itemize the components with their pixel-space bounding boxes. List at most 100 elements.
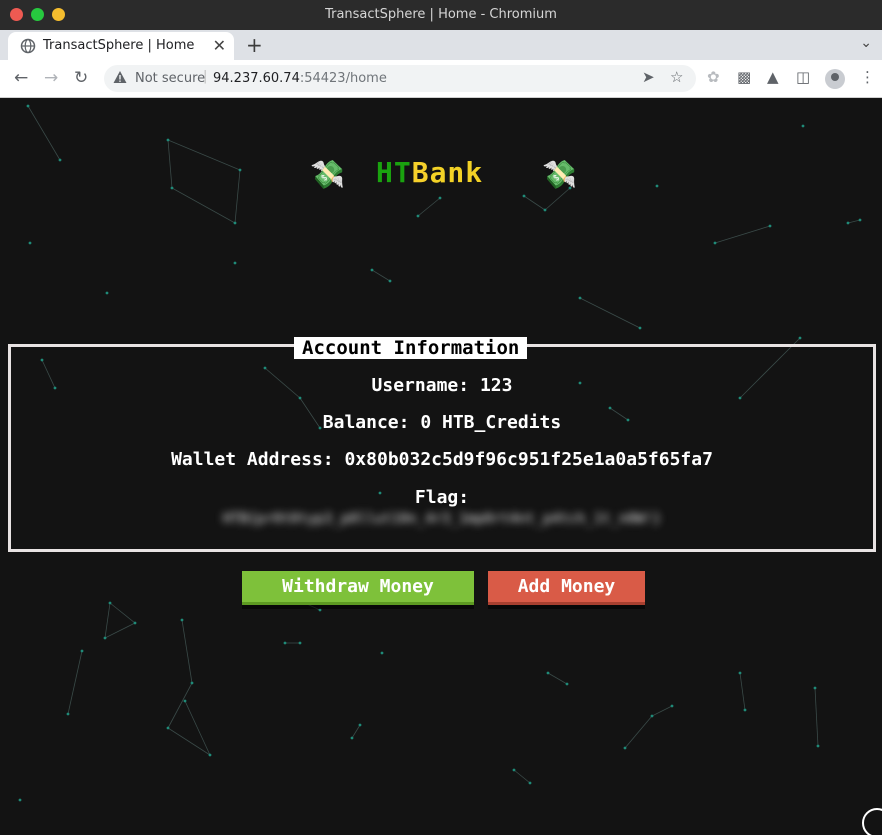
network-dot [238, 168, 242, 172]
network-dot [798, 336, 802, 340]
network-link [171, 187, 236, 224]
htbank-logo: HTBank [376, 156, 483, 189]
network-link [167, 139, 173, 189]
omnibox-separator: | [203, 69, 208, 84]
network-dot [522, 194, 526, 198]
network-dot [170, 186, 174, 190]
network-link [547, 672, 568, 685]
username-label: Username: [371, 375, 470, 396]
network-dot [80, 649, 84, 653]
tab-close-icon[interactable]: ✕ [213, 36, 226, 55]
flask-icon[interactable]: ▲ [767, 68, 779, 86]
add-money-button[interactable]: Add Money [488, 571, 645, 605]
network-link [847, 219, 861, 224]
network-link [624, 715, 653, 749]
network-link [109, 602, 136, 624]
security-label[interactable]: Not secure [135, 71, 205, 86]
network-dot [858, 218, 862, 222]
network-dot [298, 641, 302, 645]
network-link [181, 619, 193, 684]
network-link [544, 187, 571, 211]
network-dot [233, 261, 237, 265]
network-dot [438, 196, 442, 200]
wallet-value: 0x80b032c5d9f96c951f25e1a0a5f65fa7 [344, 449, 713, 470]
network-dot [813, 686, 817, 690]
tab-title: TransactSphere | Home [43, 38, 195, 53]
network-link [27, 105, 61, 161]
network-dot [638, 326, 642, 330]
network-link [167, 139, 241, 171]
tab-active[interactable]: TransactSphere | Home ✕ [8, 32, 234, 60]
new-tab-button[interactable]: + [246, 33, 263, 57]
network-link [167, 682, 193, 729]
money-with-wings-icon: 💸 [310, 158, 345, 191]
network-dot [816, 744, 820, 748]
network-dot [528, 781, 532, 785]
network-dot [108, 601, 112, 605]
network-dot [233, 221, 237, 225]
page-viewport: 💸 HTBank 💸 Account Information Username:… [0, 98, 882, 835]
flag-value-blurred: HTB{pr0t0typ3_p0llut10n_4r3_1mp0rt4nt_p4… [222, 511, 662, 527]
network-dot [743, 708, 747, 712]
tab-search-chevron-icon[interactable]: ⌄ [860, 35, 872, 51]
network-link [417, 197, 441, 217]
logo-part-ht: HT [376, 156, 412, 189]
star-icon[interactable]: ☆ [670, 68, 683, 86]
network-dot [380, 651, 384, 655]
url-path: :54423/home [299, 71, 387, 86]
warning-icon [113, 71, 127, 83]
username-row: Username: 123 [8, 375, 876, 396]
network-link [371, 269, 391, 282]
network-link [523, 195, 546, 211]
address-bar[interactable]: Not secure | 94.237.60.74:54423/home ➤ ☆ [104, 65, 696, 92]
arrow-right-icon[interactable]: → [44, 68, 58, 88]
balance-value: 0 HTB_Credits [420, 412, 562, 433]
network-dot [650, 714, 654, 718]
network-dot [738, 671, 742, 675]
username-value: 123 [479, 375, 513, 396]
puzzle-icon[interactable]: ▩ [737, 68, 751, 86]
url-text[interactable]: 94.237.60.74:54423/home [213, 71, 387, 86]
network-dot [388, 279, 392, 283]
url-host: 94.237.60.74 [213, 71, 300, 86]
side-panel-icon[interactable]: ◫ [796, 68, 810, 86]
kebab-menu-icon[interactable]: ⋮ [860, 68, 875, 86]
money-with-wings-icon: 💸 [542, 158, 577, 191]
network-link [351, 724, 361, 739]
network-link [739, 672, 746, 711]
network-dot [801, 124, 805, 128]
network-dot [768, 224, 772, 228]
account-info-heading: Account Information [294, 337, 528, 359]
network-dot [846, 221, 850, 225]
network-dot [283, 641, 287, 645]
network-dot [512, 768, 516, 772]
arrow-left-icon[interactable]: ← [14, 68, 28, 88]
network-link [714, 225, 771, 244]
network-dot [208, 753, 212, 757]
logo-part-ank: ank [429, 156, 484, 189]
globe-icon [20, 38, 36, 54]
share-icon[interactable]: ➤ [642, 68, 655, 86]
network-dot [565, 682, 569, 686]
logo-part-b: B [411, 156, 430, 189]
network-dot [180, 618, 184, 622]
reload-icon[interactable]: ↻ [74, 68, 88, 88]
network-dot [166, 726, 170, 730]
network-dot [670, 704, 674, 708]
network-link [104, 602, 111, 639]
network-dot [18, 798, 22, 802]
extension-icon[interactable]: ✿ [707, 68, 720, 86]
wallet-label: Wallet Address: [171, 449, 334, 470]
network-dot [350, 736, 354, 740]
network-link [814, 687, 819, 747]
withdraw-money-button[interactable]: Withdraw Money [242, 571, 474, 605]
network-dot [28, 241, 32, 245]
network-dot [183, 699, 187, 703]
network-link [234, 169, 241, 224]
network-dot [416, 214, 420, 218]
window-titlebar: TransactSphere | Home - Chromium [0, 0, 882, 30]
profile-icon[interactable] [825, 69, 845, 89]
network-dot [26, 104, 30, 108]
network-link [104, 622, 136, 639]
balance-label: Balance: [322, 412, 410, 433]
